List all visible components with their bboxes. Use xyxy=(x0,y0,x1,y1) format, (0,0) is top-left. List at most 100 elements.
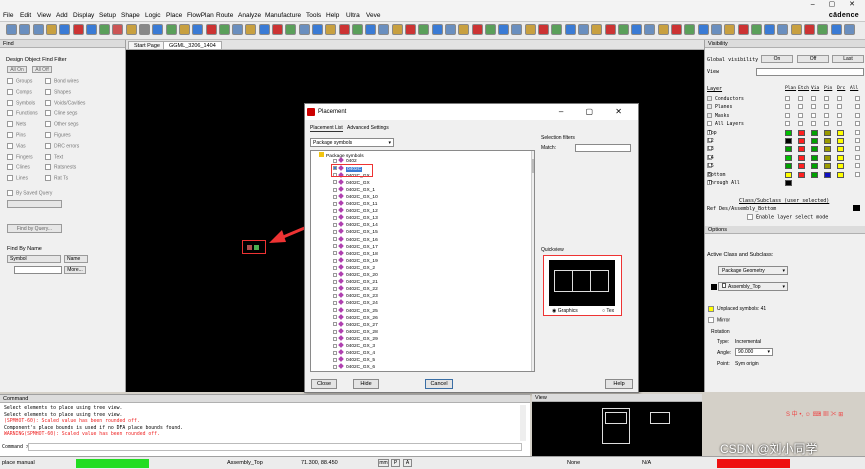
toolbar-tool-icon[interactable] xyxy=(311,24,323,35)
toolbar-tool-icon[interactable] xyxy=(617,24,629,35)
menu-file[interactable]: File xyxy=(3,12,13,19)
mirror-checkbox[interactable]: Mirror xyxy=(708,317,730,323)
layer-class-checkbox[interactable] xyxy=(798,104,803,110)
tree-item[interactable]: 0402C_GX_17 xyxy=(333,242,378,250)
toolbar-tool-icon[interactable] xyxy=(671,24,682,35)
menu-logic[interactable]: Logic xyxy=(145,12,161,19)
toolbar-tool-icon[interactable] xyxy=(338,24,350,35)
tree-item[interactable]: 0402C_GX_19 xyxy=(333,256,378,264)
menu-place[interactable]: Place xyxy=(166,12,182,19)
layer-color-swatch[interactable] xyxy=(798,163,805,170)
layer-color-swatch[interactable] xyxy=(798,138,805,144)
help-button[interactable]: Help xyxy=(605,379,633,389)
layer-color-swatch[interactable] xyxy=(811,171,818,178)
layer-color-swatch[interactable] xyxy=(837,146,844,153)
view-panel[interactable]: View xyxy=(532,394,702,456)
toolbar-tool-icon[interactable] xyxy=(152,24,164,35)
all-on-button[interactable]: All On xyxy=(7,66,27,73)
menu-display[interactable]: Display xyxy=(73,12,94,19)
hide-button[interactable]: Hide xyxy=(353,379,379,389)
layer-all-checkbox[interactable] xyxy=(855,129,860,135)
tree-item[interactable]: 0402C_GX_10 xyxy=(333,193,378,200)
ime-toolbar[interactable]: S 中 •, ☺ ⌨ ▦ ✂ ⊞ xyxy=(786,409,843,418)
tab-design[interactable]: GGML_3206_1404 xyxy=(163,41,222,50)
toolbar-tool-icon[interactable] xyxy=(737,24,749,35)
toolbar-tool-icon[interactable] xyxy=(285,24,297,35)
toolbar-tool-icon[interactable] xyxy=(218,24,230,35)
find-filter-bond-wires[interactable]: Bond wires xyxy=(45,78,79,84)
find-filter-symbols[interactable]: Symbols xyxy=(7,99,35,106)
find-filter-drc-errors[interactable]: DRC errors xyxy=(45,142,79,149)
layer-color-swatch[interactable] xyxy=(837,138,844,144)
layer-class-checkbox[interactable] xyxy=(798,121,803,127)
menu-analyze[interactable]: Analyze xyxy=(238,12,261,19)
toolbar-tool-icon[interactable] xyxy=(830,24,842,35)
layer-class-checkbox[interactable] xyxy=(785,104,790,110)
toolbar-tool-icon[interactable] xyxy=(777,24,789,35)
toolbar-tool-icon[interactable] xyxy=(391,24,403,35)
layer-visibility-checkbox[interactable] xyxy=(707,121,712,127)
tree-item[interactable]: 0402C_GX_3 xyxy=(333,342,375,349)
window-controls[interactable]: – ▢ ✕ xyxy=(811,0,861,8)
find-filter-shapes[interactable]: Shapes xyxy=(45,88,71,95)
tab-advanced-settings[interactable]: Advanced Settings xyxy=(347,125,389,131)
layer-color-swatch[interactable] xyxy=(824,129,831,136)
enable-layer-option[interactable]: Enable layer select mode xyxy=(747,214,828,221)
toolbar-tool-icon[interactable] xyxy=(524,24,536,35)
layer-color-swatch[interactable] xyxy=(824,171,831,178)
toolbar-tool-icon[interactable] xyxy=(99,24,111,35)
toolbar-tool-icon[interactable] xyxy=(843,24,855,35)
tree-item[interactable]: 0402C_GX_1 xyxy=(333,185,375,193)
layer-color-swatch[interactable] xyxy=(837,171,844,178)
layer-color-swatch[interactable] xyxy=(811,154,818,161)
layer-all-checkbox[interactable] xyxy=(855,121,860,127)
toolbar-tool-icon[interactable] xyxy=(59,24,71,35)
saved-query-option[interactable]: By Saved Query xyxy=(7,190,52,196)
find-filter-clines[interactable]: Clines xyxy=(7,164,30,171)
tree-item[interactable]: 0402C_GX_21 xyxy=(333,278,378,285)
toolbar-tool-icon[interactable] xyxy=(178,24,190,35)
toolbar-tool-icon[interactable] xyxy=(418,24,430,35)
visibility-last-button[interactable]: Last xyxy=(832,55,864,63)
class-dropdown[interactable]: Package Geometry ▾ xyxy=(718,266,788,275)
find-type-select[interactable]: Symbol xyxy=(7,255,61,263)
layer-visibility-checkbox[interactable] xyxy=(707,96,712,101)
layer-color-swatch[interactable] xyxy=(824,146,831,153)
tree-item[interactable]: 0402C_GX_27 xyxy=(333,320,378,328)
layer-class-checkbox[interactable] xyxy=(811,112,816,118)
tree-item[interactable]: 0402C_GX_6 xyxy=(333,363,375,370)
tree-item[interactable]: 0402C_GX_11 xyxy=(333,200,377,207)
toolbar-tool-icon[interactable] xyxy=(165,24,177,35)
toolbar-tool-icon[interactable] xyxy=(325,24,337,35)
saved-query-select[interactable] xyxy=(7,200,62,208)
tree-item[interactable]: 0402C_GX xyxy=(333,178,370,186)
layer-color-swatch[interactable] xyxy=(785,180,792,186)
layer-class-checkbox[interactable] xyxy=(798,112,803,118)
layer-all-checkbox[interactable] xyxy=(855,154,860,160)
find-by-query-button[interactable]: Find by Query... xyxy=(7,224,62,233)
toolbar-tool-icon[interactable] xyxy=(804,24,815,35)
find-filter-pins[interactable]: Pins xyxy=(7,132,26,138)
toolbar-tool-icon[interactable] xyxy=(245,24,257,35)
layer-color-swatch[interactable] xyxy=(798,129,805,136)
toolbar-tool-icon[interactable] xyxy=(764,24,776,35)
menu-veve[interactable]: Veve xyxy=(366,12,380,19)
toolbar-tool-icon[interactable] xyxy=(458,24,470,35)
layer-color-swatch[interactable] xyxy=(785,138,792,144)
tree-item[interactable]: 0402C_GX_12 xyxy=(333,207,378,214)
layer-all-checkbox[interactable] xyxy=(855,171,860,177)
find-filter-groups[interactable]: Groups xyxy=(7,78,32,84)
toolbar-tool-icon[interactable] xyxy=(644,24,656,35)
layer-color-swatch[interactable] xyxy=(798,154,805,161)
toolbar-tool-icon[interactable] xyxy=(6,24,17,35)
visibility-on-button[interactable]: On xyxy=(761,55,793,63)
layer-visibility-checkbox[interactable] xyxy=(707,104,712,110)
toolbar-tool-icon[interactable] xyxy=(298,24,310,35)
toolbar-tool-icon[interactable] xyxy=(631,24,643,35)
layer-all-checkbox[interactable] xyxy=(855,96,860,101)
tree-item[interactable]: 0402C_GX_16 xyxy=(333,235,378,243)
command-input[interactable] xyxy=(28,443,522,451)
layer-class-checkbox[interactable] xyxy=(837,112,842,118)
layer-class-checkbox[interactable] xyxy=(837,121,842,127)
layer-color-swatch[interactable] xyxy=(785,146,792,153)
